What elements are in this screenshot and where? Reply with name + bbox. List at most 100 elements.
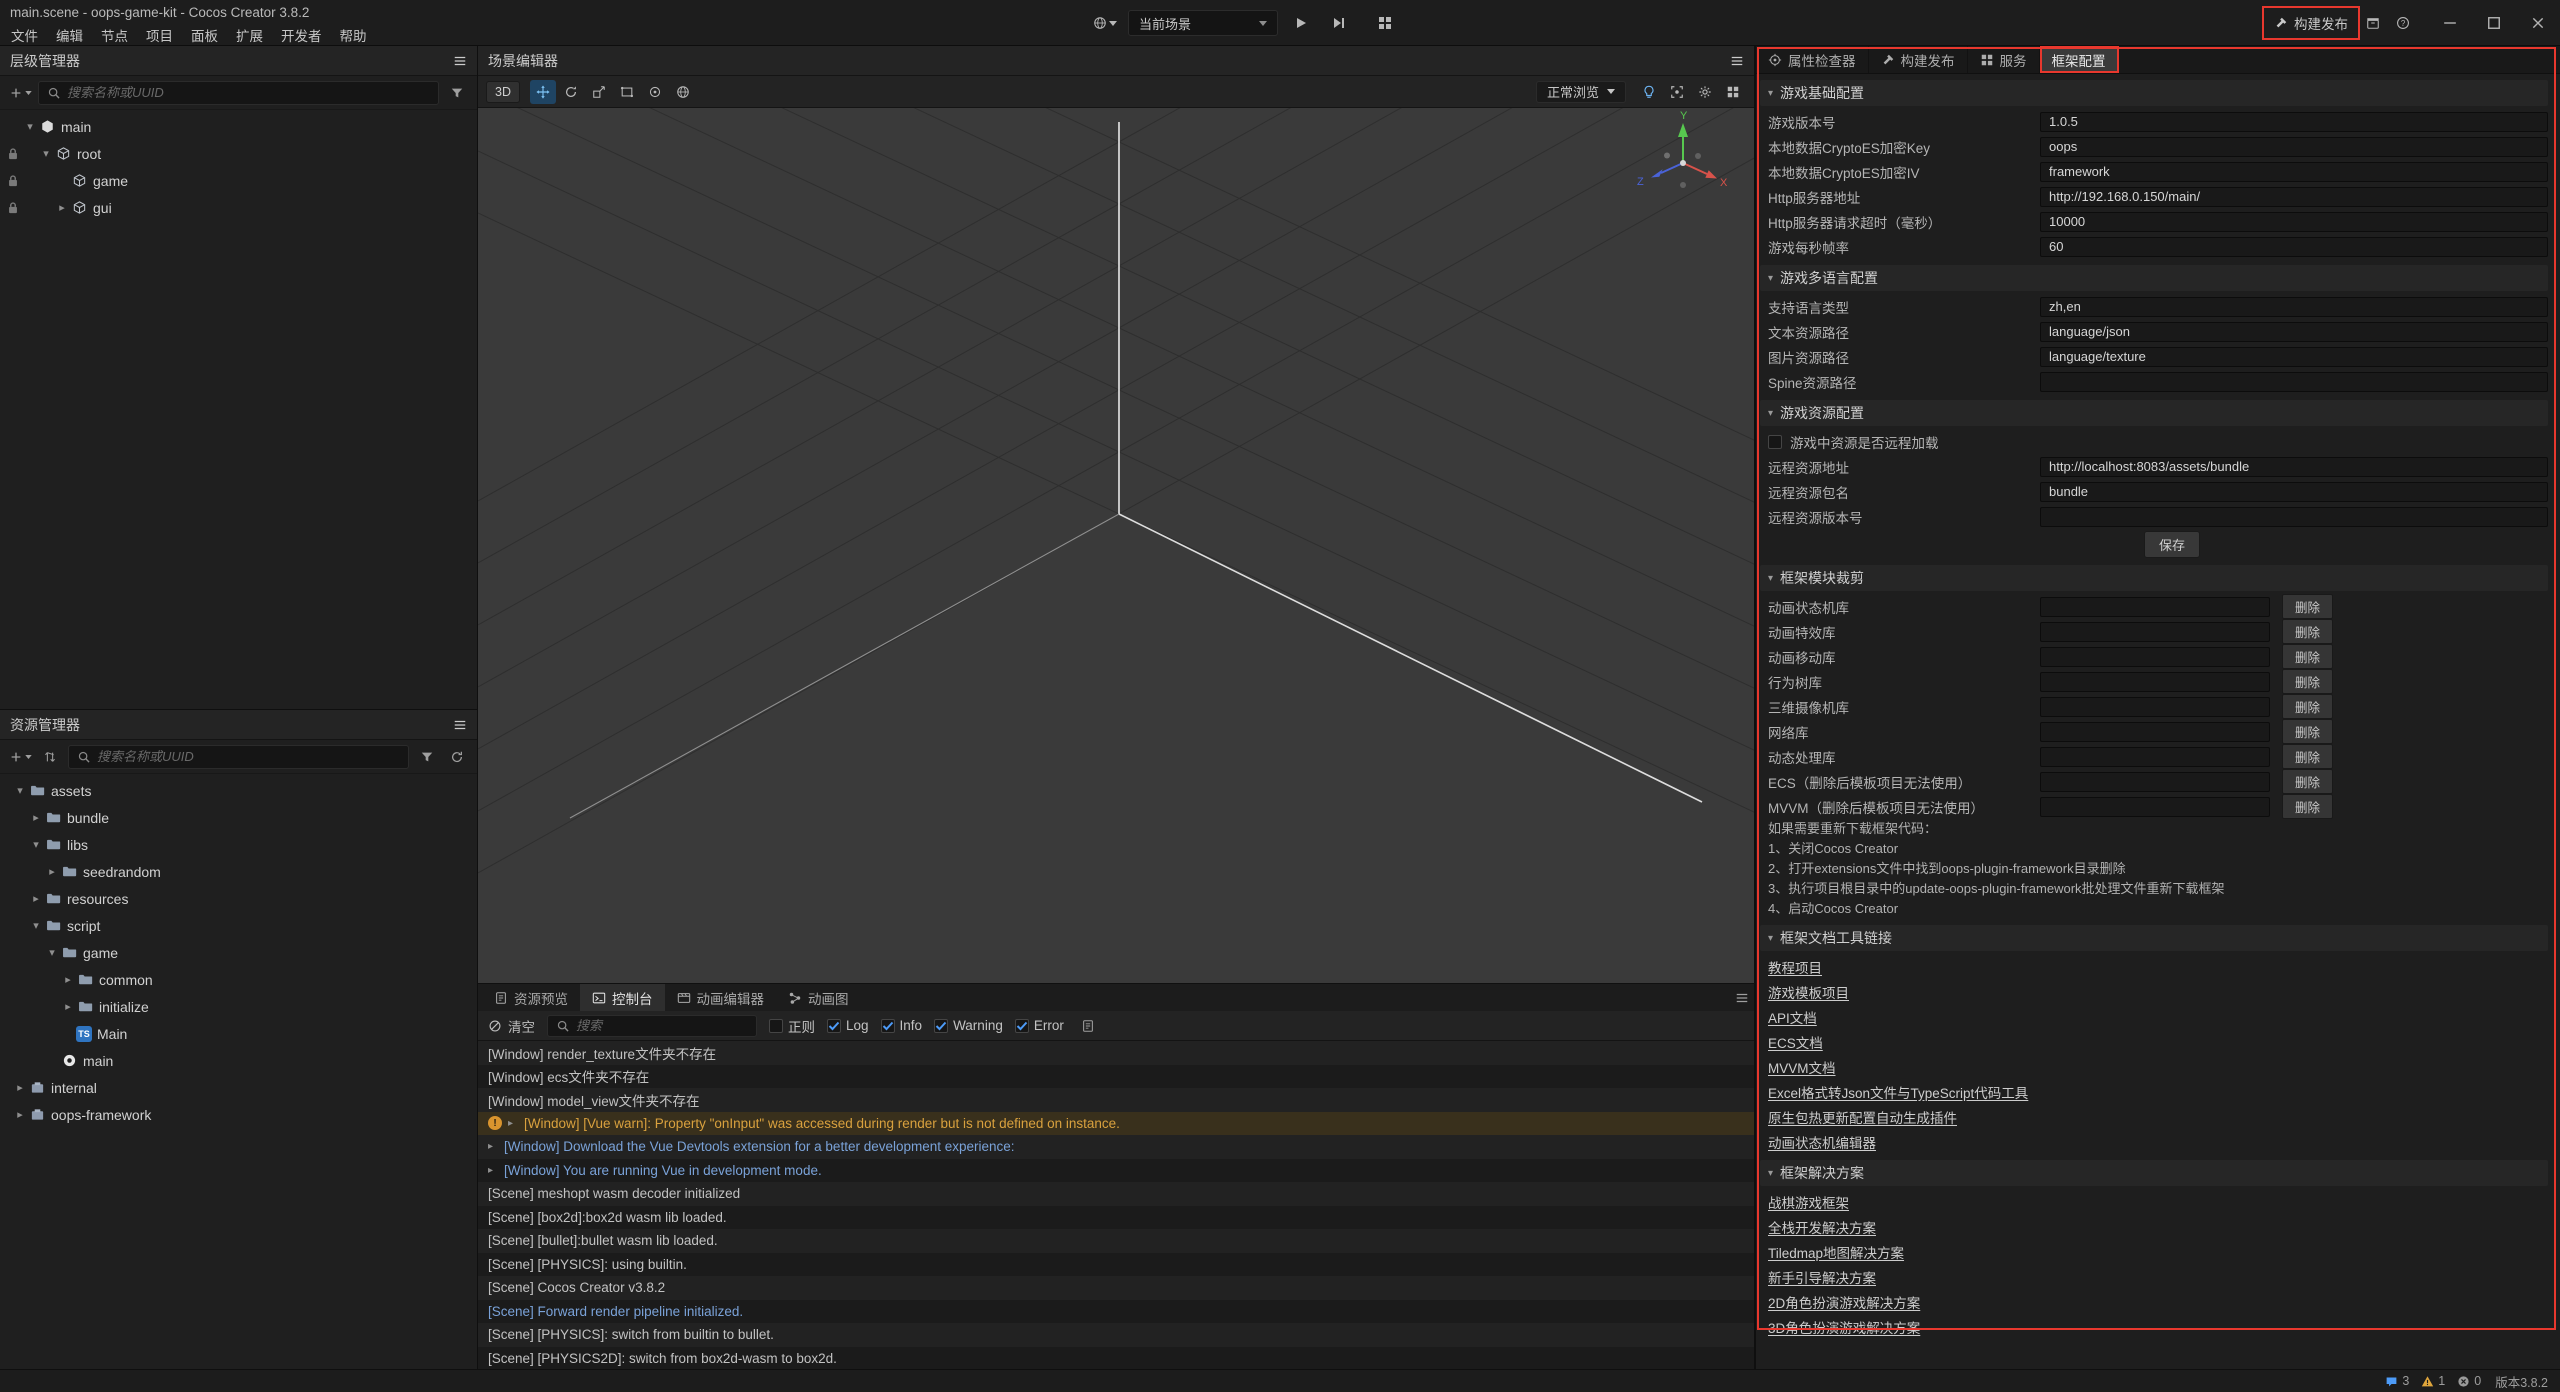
play-button[interactable] bbox=[1286, 10, 1316, 36]
delete-module-button[interactable]: 删除 bbox=[2282, 619, 2333, 644]
console-log-row[interactable]: [Scene] [PHYSICS]: switch from builtin t… bbox=[478, 1323, 1754, 1347]
panel-menu-icon[interactable] bbox=[453, 54, 467, 68]
config-value-input[interactable]: 60 bbox=[2040, 237, 2548, 257]
section-header[interactable]: ▾游戏资源配置 bbox=[1760, 400, 2548, 426]
doc-link[interactable]: ECS文档 bbox=[1768, 1032, 1823, 1052]
section-header[interactable]: ▾框架模块裁剪 bbox=[1760, 565, 2548, 591]
delete-module-button[interactable]: 删除 bbox=[2282, 769, 2333, 794]
layout-button[interactable] bbox=[1370, 10, 1400, 36]
tree-row[interactable]: ▸initialize bbox=[0, 993, 477, 1020]
checkbox-icon[interactable] bbox=[827, 1019, 841, 1033]
tree-row[interactable]: ▸oops-framework bbox=[0, 1101, 477, 1128]
config-value-input[interactable]: 1.0.5 bbox=[2040, 112, 2548, 132]
warning-count[interactable]: 1 bbox=[2421, 1374, 2445, 1388]
checkbox-icon[interactable] bbox=[881, 1019, 895, 1033]
module-value-input[interactable] bbox=[2040, 697, 2270, 717]
chevron-down-icon[interactable]: ▾ bbox=[12, 784, 28, 797]
module-value-input[interactable] bbox=[2040, 722, 2270, 742]
delete-module-button[interactable]: 删除 bbox=[2282, 794, 2333, 819]
console-log-row[interactable]: [Window] ecs文件夹不存在 bbox=[478, 1065, 1754, 1089]
doc-link[interactable]: 新手引导解决方案 bbox=[1768, 1267, 1876, 1287]
tree-row[interactable]: ▸resources bbox=[0, 885, 477, 912]
config-value-input[interactable]: http://192.168.0.150/main/ bbox=[2040, 187, 2548, 207]
doc-link[interactable]: 2D角色扮演游戏解决方案 bbox=[1768, 1292, 1920, 1312]
message-count[interactable]: 3 bbox=[2385, 1374, 2409, 1388]
console-log-row[interactable]: [Scene] Cocos Creator v3.8.2 bbox=[478, 1276, 1754, 1300]
doc-link[interactable]: MVVM文档 bbox=[1768, 1057, 1836, 1077]
tree-row[interactable]: TSMain bbox=[0, 1020, 477, 1047]
rotate-tool-button[interactable] bbox=[558, 80, 584, 104]
delete-module-button[interactable]: 删除 bbox=[2282, 719, 2333, 744]
console-log-row[interactable]: [Window] model_view文件夹不存在 bbox=[478, 1088, 1754, 1112]
world-tool-button[interactable] bbox=[670, 80, 696, 104]
menu-item[interactable]: 开发者 bbox=[272, 25, 331, 45]
section-header[interactable]: ▾游戏多语言配置 bbox=[1760, 265, 2548, 291]
chevron-right-icon[interactable]: ▸ bbox=[12, 1081, 28, 1094]
section-header[interactable]: ▾游戏基础配置 bbox=[1760, 80, 2548, 106]
console-log-row[interactable]: ▸[Window] Download the Vue Devtools exte… bbox=[478, 1135, 1754, 1159]
config-value-input[interactable]: 10000 bbox=[2040, 212, 2548, 232]
assets-refresh-button[interactable] bbox=[445, 745, 469, 769]
module-value-input[interactable] bbox=[2040, 797, 2270, 817]
panel-menu-icon[interactable] bbox=[453, 718, 467, 732]
module-value-input[interactable] bbox=[2040, 622, 2270, 642]
pivot-tool-button[interactable] bbox=[642, 80, 668, 104]
hierarchy-filter-button[interactable] bbox=[445, 81, 469, 105]
module-value-input[interactable] bbox=[2040, 747, 2270, 767]
tree-row[interactable]: ▸internal bbox=[0, 1074, 477, 1101]
menu-item[interactable]: 扩展 bbox=[227, 25, 272, 45]
module-value-input[interactable] bbox=[2040, 772, 2270, 792]
bulb-button[interactable] bbox=[1636, 80, 1662, 104]
move-tool-button[interactable] bbox=[530, 80, 556, 104]
chevron-down-icon[interactable]: ▾ bbox=[44, 946, 60, 959]
console-search-input[interactable] bbox=[576, 1018, 748, 1033]
console-clear-button[interactable]: 清空 bbox=[488, 1016, 535, 1036]
chevron-right-icon[interactable]: ▸ bbox=[488, 1141, 498, 1152]
menu-item[interactable]: 节点 bbox=[92, 25, 137, 45]
step-button[interactable] bbox=[1324, 10, 1354, 36]
tree-row[interactable]: game bbox=[0, 167, 477, 194]
tree-row[interactable]: ▸gui bbox=[0, 194, 477, 221]
panel-menu-icon[interactable] bbox=[1730, 54, 1744, 68]
save-button[interactable]: 保存 bbox=[2144, 531, 2200, 558]
module-value-input[interactable] bbox=[2040, 597, 2270, 617]
scale-tool-button[interactable] bbox=[586, 80, 612, 104]
gear-button[interactable] bbox=[1692, 80, 1718, 104]
chevron-right-icon[interactable]: ▸ bbox=[60, 973, 76, 986]
minimize-button[interactable] bbox=[2428, 0, 2472, 46]
tree-row[interactable]: ▾root bbox=[0, 140, 477, 167]
module-value-input[interactable] bbox=[2040, 647, 2270, 667]
console-log-row[interactable]: [Window] render_texture文件夹不存在 bbox=[478, 1041, 1754, 1065]
doc-link[interactable]: 游戏模板项目 bbox=[1768, 982, 1849, 1002]
doc-link[interactable]: Tiledmap地图解决方案 bbox=[1768, 1242, 1904, 1262]
create-node-button[interactable] bbox=[8, 81, 32, 105]
create-asset-button[interactable] bbox=[8, 745, 32, 769]
config-value-input[interactable]: zh,en bbox=[2040, 297, 2548, 317]
console-log-row[interactable]: [Scene] meshopt wasm decoder initialized bbox=[478, 1182, 1754, 1206]
menu-item[interactable]: 编辑 bbox=[47, 25, 92, 45]
collapse-logs-button[interactable] bbox=[1076, 1014, 1100, 1038]
console-log-row[interactable]: [Scene] Forward render pipeline initiali… bbox=[478, 1300, 1754, 1324]
delete-module-button[interactable]: 删除 bbox=[2282, 669, 2333, 694]
config-value-input[interactable]: http://localhost:8083/assets/bundle bbox=[2040, 457, 2548, 477]
console-log-row[interactable]: ▸[Window] You are running Vue in develop… bbox=[478, 1159, 1754, 1183]
chevron-down-icon[interactable]: ▾ bbox=[22, 120, 38, 133]
doc-link[interactable]: 动画状态机编辑器 bbox=[1768, 1132, 1876, 1152]
chevron-right-icon[interactable]: ▸ bbox=[488, 1165, 498, 1176]
config-value-input[interactable]: framework bbox=[2040, 162, 2548, 182]
tree-row[interactable]: main bbox=[0, 1047, 477, 1074]
delete-module-button[interactable]: 删除 bbox=[2282, 644, 2333, 669]
section-header[interactable]: ▾框架解决方案 bbox=[1760, 1160, 2548, 1186]
log-filter-error[interactable]: Error bbox=[1015, 1018, 1064, 1033]
console-log-row[interactable]: [Scene] [PHYSICS2D]: switch from box2d-w… bbox=[478, 1347, 1754, 1370]
chevron-right-icon[interactable]: ▸ bbox=[44, 865, 60, 878]
delete-module-button[interactable]: 删除 bbox=[2282, 744, 2333, 769]
checkbox-icon[interactable] bbox=[934, 1019, 948, 1033]
tree-row[interactable]: ▾libs bbox=[0, 831, 477, 858]
inspector-tab[interactable]: 属性检查器 bbox=[1756, 46, 1869, 73]
menu-item[interactable]: 项目 bbox=[137, 25, 182, 45]
doc-link[interactable]: 全栈开发解决方案 bbox=[1768, 1217, 1876, 1237]
config-value-input[interactable]: language/texture bbox=[2040, 347, 2548, 367]
doc-link[interactable]: API文档 bbox=[1768, 1007, 1817, 1027]
config-value-input[interactable]: language/json bbox=[2040, 322, 2548, 342]
